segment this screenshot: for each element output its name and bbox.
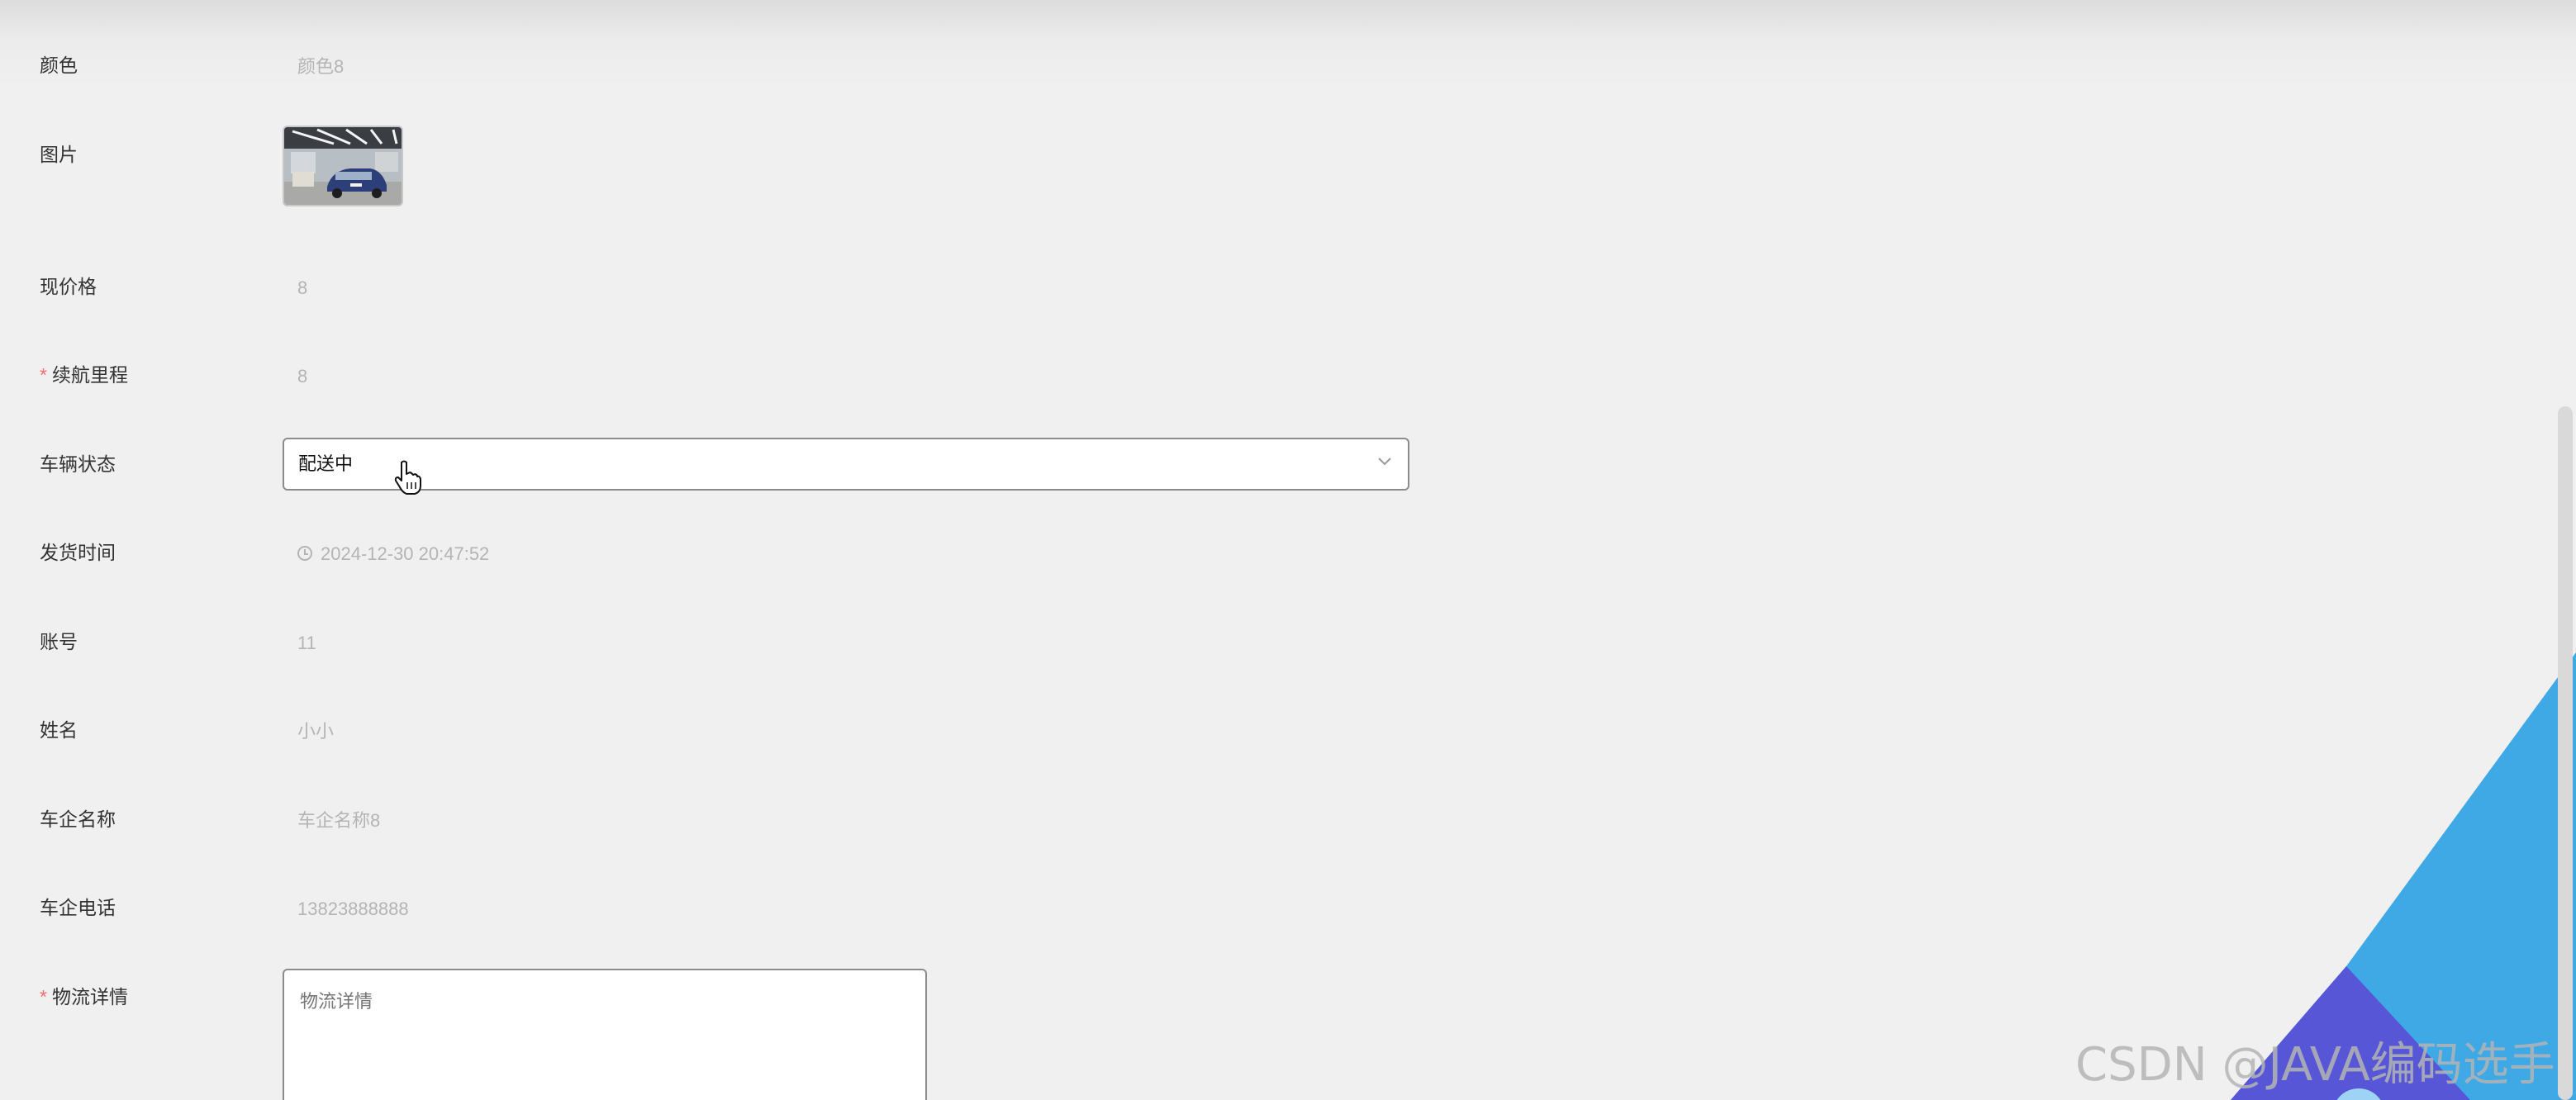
row-name: 姓名 小小 [0,718,2479,767]
vehicle-status-selected: 配送中 [298,453,354,474]
required-mark: * [40,364,47,386]
ship-time-value: 2024-12-30 20:47:52 [321,543,490,564]
color-value: 颜色8 [297,56,345,77]
row-company-name: 车企名称 车企名称8 [0,807,2479,856]
account-label: 账号 [40,631,78,652]
vehicle-status-label: 车辆状态 [40,453,116,475]
account-value: 11 [297,633,316,653]
hand-pointer-cursor-icon [394,460,421,495]
clock-icon [297,546,312,561]
company-phone-label: 车企电话 [40,897,116,918]
color-label: 颜色 [40,55,78,76]
range-label-group: * 续航里程 [40,363,128,387]
form-page: 颜色 颜色8 图片 现价格 8 * 续航里程 8 车辆状态 配送中 发货时间 2… [0,0,2576,1100]
row-range: * 续航里程 8 [0,363,2479,412]
row-company-phone: 车企电话 13823888888 [0,895,2479,945]
vertical-scrollbar[interactable] [2558,406,2573,1100]
csdn-watermark: CSDN @JAVA编码选手 [2075,1038,2555,1092]
logistics-label-group: * 物流详情 [40,984,128,1009]
row-current-price: 现价格 8 [0,274,2479,324]
row-color: 颜色 颜色8 [0,53,2479,102]
row-ship-time: 发货时间 2024-12-30 20:47:52 [0,540,2479,590]
chevron-down-icon[interactable] [1375,451,1395,471]
current-price-label: 现价格 [40,276,97,297]
range-value: 8 [297,366,308,386]
row-account: 账号 11 [0,629,2479,679]
logistics-textarea[interactable] [283,969,927,1100]
name-label: 姓名 [40,719,78,741]
company-name-value: 车企名称8 [297,810,381,831]
car-image-thumbnail[interactable] [283,126,403,206]
required-mark: * [40,986,47,1008]
company-phone-value: 13823888888 [297,898,409,919]
current-price-value: 8 [297,277,308,298]
vehicle-status-select[interactable]: 配送中 [283,438,1409,491]
logistics-label: 物流详情 [51,986,128,1008]
company-name-label: 车企名称 [40,808,116,830]
car-showroom-image [284,127,402,205]
image-label: 图片 [40,144,78,165]
ship-time-label: 发货时间 [40,542,116,563]
range-label: 续航里程 [51,364,128,386]
name-value: 小小 [297,721,335,742]
ship-time-value-wrap: 2024-12-30 20:47:52 [297,542,489,567]
